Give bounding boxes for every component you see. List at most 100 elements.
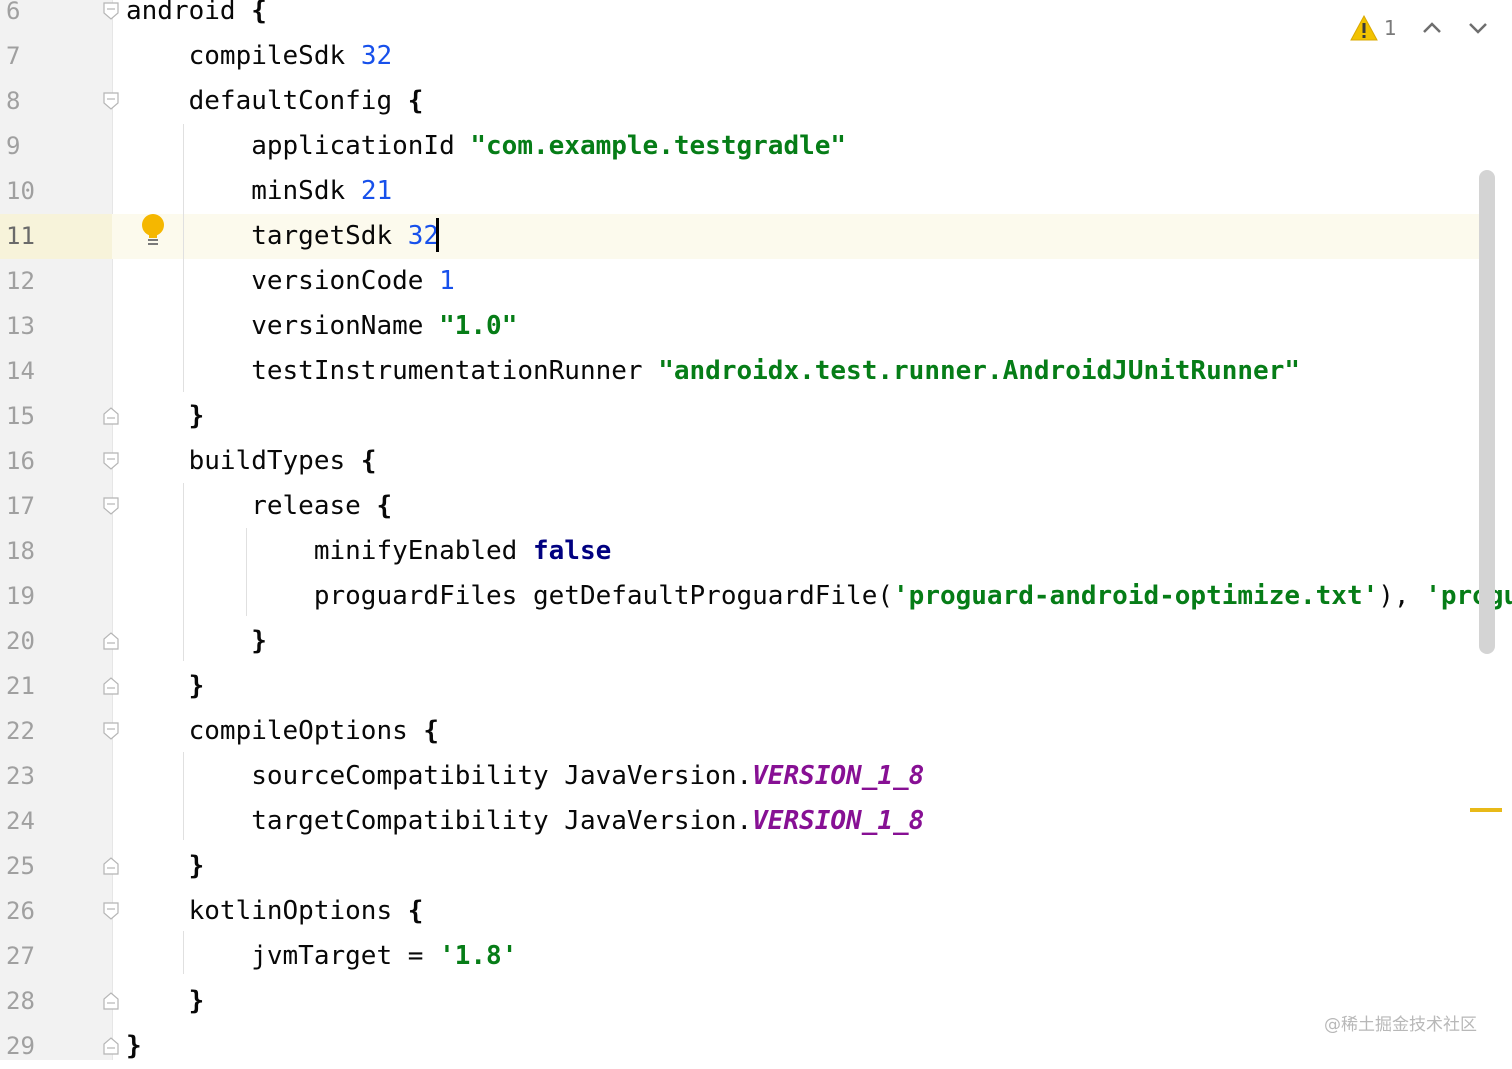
code-token: } bbox=[126, 1031, 142, 1061]
code-text[interactable]: } bbox=[126, 619, 267, 664]
line-number[interactable]: 15 bbox=[0, 394, 112, 439]
line-number[interactable]: 17 bbox=[0, 484, 112, 529]
fold-open-icon[interactable] bbox=[103, 722, 119, 740]
line-number[interactable]: 23 bbox=[0, 754, 112, 799]
line-number-text: 11 bbox=[6, 222, 35, 250]
fold-close-icon[interactable] bbox=[103, 407, 119, 425]
fold-close-icon[interactable] bbox=[103, 857, 119, 875]
line-number[interactable]: 18 bbox=[0, 529, 112, 574]
code-text[interactable]: compileSdk 32 bbox=[126, 34, 393, 79]
line-number[interactable]: 26 bbox=[0, 889, 112, 934]
code-line[interactable]: 10 minSdk 21 bbox=[0, 169, 1480, 214]
code-text[interactable]: targetSdk 32 bbox=[126, 214, 439, 259]
code-line[interactable]: 13 versionName "1.0" bbox=[0, 304, 1480, 349]
code-text[interactable]: } bbox=[126, 844, 205, 889]
code-text[interactable]: proguardFiles getDefaultProguardFile('pr… bbox=[126, 574, 1512, 619]
fold-open-icon[interactable] bbox=[103, 497, 119, 515]
fold-open-icon[interactable] bbox=[103, 92, 119, 110]
line-number-text: 26 bbox=[6, 897, 35, 925]
line-number[interactable]: 16 bbox=[0, 439, 112, 484]
code-line[interactable]: 17 release { bbox=[0, 484, 1480, 529]
code-line[interactable]: 28 } bbox=[0, 979, 1480, 1024]
line-number[interactable]: 12 bbox=[0, 259, 112, 304]
code-text[interactable]: versionName "1.0" bbox=[126, 304, 517, 349]
code-line[interactable]: 19 proguardFiles getDefaultProguardFile(… bbox=[0, 574, 1512, 619]
code-text[interactable]: applicationId "com.example.testgradle" bbox=[126, 124, 846, 169]
code-text[interactable]: defaultConfig { bbox=[126, 79, 424, 124]
fold-close-icon[interactable] bbox=[103, 1037, 119, 1055]
code-line[interactable]: 25 } bbox=[0, 844, 1480, 889]
code-line[interactable]: 18 minifyEnabled false bbox=[0, 529, 1480, 574]
line-number[interactable]: 25 bbox=[0, 844, 112, 889]
code-token: ), bbox=[1378, 581, 1426, 611]
fold-close-icon[interactable] bbox=[103, 632, 119, 650]
code-text[interactable]: sourceCompatibility JavaVersion.VERSION_… bbox=[126, 754, 924, 799]
code-line[interactable]: 8 defaultConfig { bbox=[0, 79, 1480, 124]
line-number[interactable]: 9 bbox=[0, 124, 112, 169]
chevron-up-icon[interactable] bbox=[1421, 20, 1443, 36]
code-text[interactable]: compileOptions { bbox=[126, 709, 439, 754]
code-text[interactable]: minifyEnabled false bbox=[126, 529, 611, 574]
line-number-text: 21 bbox=[6, 672, 35, 700]
code-text[interactable]: } bbox=[126, 979, 205, 1024]
code-line[interactable]: 11 targetSdk 32 bbox=[0, 214, 1480, 259]
code-token: minSdk bbox=[126, 176, 361, 206]
code-line[interactable]: 7 compileSdk 32 bbox=[0, 34, 1480, 79]
line-number[interactable]: 19 bbox=[0, 574, 112, 619]
chevron-down-icon[interactable] bbox=[1467, 20, 1489, 36]
line-number[interactable]: 8 bbox=[0, 79, 112, 124]
lightbulb-icon[interactable] bbox=[140, 213, 166, 247]
line-number-text: 19 bbox=[6, 582, 35, 610]
vertical-scrollbar[interactable] bbox=[1479, 170, 1495, 654]
line-number[interactable]: 27 bbox=[0, 934, 112, 979]
code-line[interactable]: 12 versionCode 1 bbox=[0, 259, 1480, 304]
inspection-widget[interactable]: 1 bbox=[1350, 10, 1489, 46]
code-token: '1.8' bbox=[439, 941, 518, 971]
line-number[interactable]: 20 bbox=[0, 619, 112, 664]
line-number[interactable]: 22 bbox=[0, 709, 112, 754]
code-line[interactable]: 21 } bbox=[0, 664, 1480, 709]
code-line[interactable]: 23 sourceCompatibility JavaVersion.VERSI… bbox=[0, 754, 1480, 799]
code-text[interactable]: android { bbox=[126, 0, 267, 34]
warning-icon[interactable] bbox=[1350, 15, 1378, 41]
code-text[interactable]: } bbox=[126, 664, 205, 709]
code-line[interactable]: 6 android { bbox=[0, 0, 1480, 34]
code-text[interactable]: jvmTarget = '1.8' bbox=[126, 934, 517, 979]
fold-open-icon[interactable] bbox=[103, 2, 119, 20]
fold-close-icon[interactable] bbox=[103, 992, 119, 1010]
fold-open-icon[interactable] bbox=[103, 452, 119, 470]
code-text[interactable]: } bbox=[126, 1024, 142, 1069]
code-line[interactable]: 20 } bbox=[0, 619, 1480, 664]
code-line[interactable]: 27 jvmTarget = '1.8' bbox=[0, 934, 1480, 979]
code-line[interactable]: 29} bbox=[0, 1024, 1480, 1069]
code-line[interactable]: 16 buildTypes { bbox=[0, 439, 1480, 484]
code-text[interactable]: buildTypes { bbox=[126, 439, 377, 484]
fold-open-icon[interactable] bbox=[103, 902, 119, 920]
line-number[interactable]: 21 bbox=[0, 664, 112, 709]
code-line[interactable]: 9 applicationId "com.example.testgradle" bbox=[0, 124, 1480, 169]
line-number[interactable]: 7 bbox=[0, 34, 112, 79]
line-number[interactable]: 10 bbox=[0, 169, 112, 214]
code-text[interactable]: kotlinOptions { bbox=[126, 889, 424, 934]
code-text[interactable]: versionCode 1 bbox=[126, 259, 455, 304]
code-text[interactable]: release { bbox=[126, 484, 392, 529]
code-text[interactable]: } bbox=[126, 394, 205, 439]
code-line[interactable]: 22 compileOptions { bbox=[0, 709, 1480, 754]
code-line[interactable]: 14 testInstrumentationRunner "androidx.t… bbox=[0, 349, 1480, 394]
fold-close-icon[interactable] bbox=[103, 677, 119, 695]
line-number[interactable]: 14 bbox=[0, 349, 112, 394]
line-number[interactable]: 29 bbox=[0, 1024, 112, 1069]
indent-guide bbox=[183, 483, 184, 661]
line-number[interactable]: 28 bbox=[0, 979, 112, 1024]
code-text[interactable]: testInstrumentationRunner "androidx.test… bbox=[126, 349, 1300, 394]
code-line[interactable]: 26 kotlinOptions { bbox=[0, 889, 1480, 934]
code-line[interactable]: 15 } bbox=[0, 394, 1480, 439]
code-text[interactable]: targetCompatibility JavaVersion.VERSION_… bbox=[126, 799, 924, 844]
line-number[interactable]: 11 bbox=[0, 214, 112, 259]
line-number[interactable]: 6 bbox=[0, 0, 112, 34]
line-number[interactable]: 24 bbox=[0, 799, 112, 844]
line-number[interactable]: 13 bbox=[0, 304, 112, 349]
code-line[interactable]: 24 targetCompatibility JavaVersion.VERSI… bbox=[0, 799, 1480, 844]
warning-scroll-marker[interactable] bbox=[1470, 808, 1502, 812]
code-text[interactable]: minSdk 21 bbox=[126, 169, 392, 214]
